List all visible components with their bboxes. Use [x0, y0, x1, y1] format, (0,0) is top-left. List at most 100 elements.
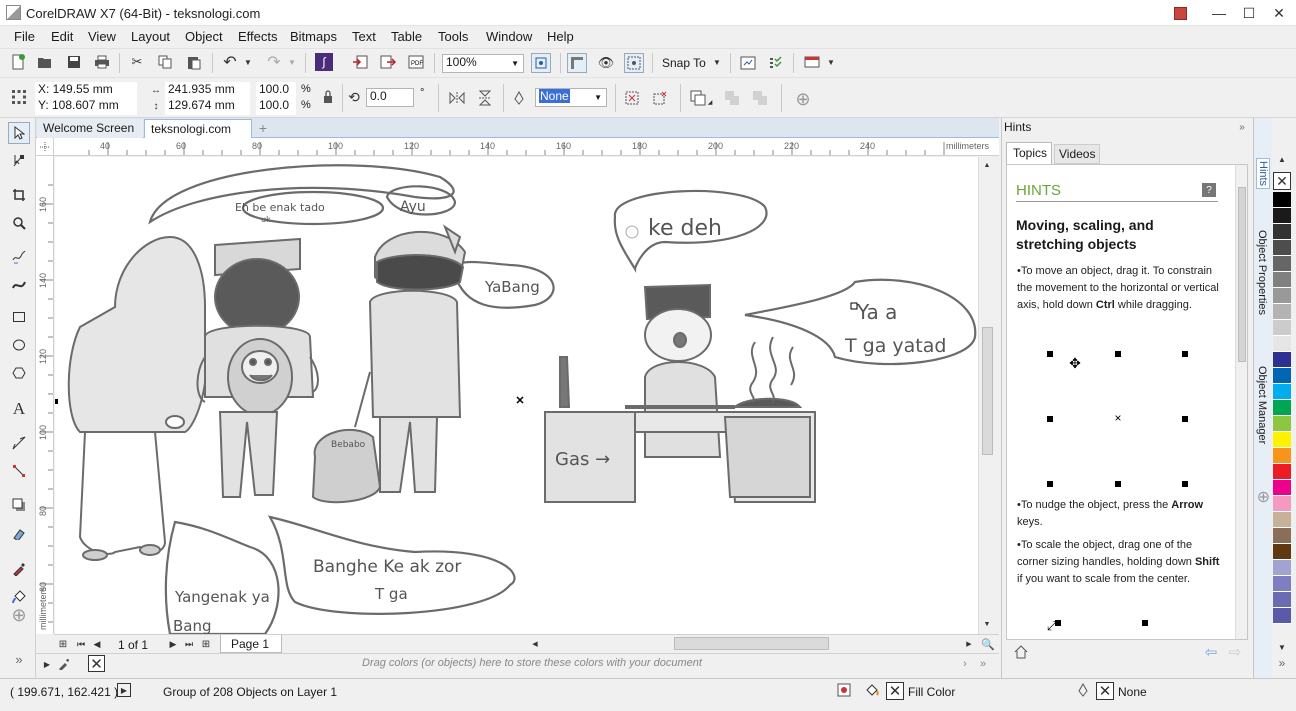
menu-tools[interactable]: Tools — [438, 29, 468, 44]
scroll-down-icon[interactable]: ▼ — [979, 618, 995, 630]
add-page-after-icon[interactable]: ⊞ — [199, 636, 213, 652]
tab-welcome-screen[interactable]: Welcome Screen — [37, 119, 143, 138]
horizontal-scroll-thumb[interactable] — [674, 637, 829, 650]
menu-file[interactable]: File — [14, 29, 35, 44]
color-swatch[interactable] — [1273, 576, 1291, 592]
rotation-field[interactable]: 0.0 — [366, 88, 414, 107]
save-icon[interactable] — [65, 53, 83, 71]
toolbox-add-icon[interactable]: ⊕ — [8, 604, 30, 626]
export-icon[interactable] — [379, 53, 397, 71]
menu-effects[interactable]: Effects — [238, 29, 278, 44]
docker-collapse-icon[interactable]: » — [1236, 119, 1248, 135]
palette-scroll-down-icon[interactable]: ▼ — [1273, 640, 1291, 654]
welcome-screen-icon[interactable] — [802, 53, 822, 73]
menu-help[interactable]: Help — [547, 29, 574, 44]
eyedropper-tool-icon[interactable] — [8, 558, 30, 580]
drawing-canvas[interactable]: Eh be enak tado uk Ayu YaBang ke deh Ya … — [55, 157, 978, 634]
text-tool-icon[interactable]: A — [8, 398, 30, 420]
show-rulers-icon[interactable] — [567, 53, 587, 73]
color-swatch[interactable] — [1273, 560, 1291, 576]
hints-tab-videos[interactable]: Videos — [1054, 144, 1100, 164]
freehand-tool-icon[interactable] — [8, 246, 30, 268]
scroll-up-icon[interactable]: ▲ — [979, 159, 995, 171]
dimension-tool-icon[interactable] — [8, 432, 30, 454]
crop-tool-icon[interactable] — [8, 184, 30, 206]
scroll-left-icon[interactable]: ◀ — [528, 636, 542, 652]
transparency-tool-icon[interactable] — [8, 522, 30, 544]
color-swatch[interactable] — [1273, 256, 1291, 272]
to-front-dropdown-icon[interactable]: ◢ — [706, 96, 714, 108]
wrap-text-icon[interactable] — [622, 88, 642, 108]
drop-shadow-tool-icon[interactable] — [8, 494, 30, 516]
palette-expand-more-icon[interactable]: » — [1273, 656, 1291, 670]
pick-tool-icon[interactable] — [8, 122, 30, 144]
vertical-scrollbar[interactable]: ▲ ▼ — [978, 157, 995, 634]
docker-tab-hints[interactable]: Hints — [1256, 158, 1270, 190]
menu-layout[interactable]: Layout — [131, 29, 170, 44]
hints-scrollbar[interactable] — [1235, 165, 1247, 639]
redo-icon[interactable]: ↷ — [264, 53, 284, 71]
artistic-media-icon[interactable] — [8, 274, 30, 296]
color-swatch[interactable] — [1273, 592, 1291, 608]
menu-table[interactable]: Table — [391, 29, 422, 44]
menu-text[interactable]: Text — [352, 29, 376, 44]
close-button[interactable]: ✕ — [1263, 0, 1295, 26]
color-swatch[interactable] — [1273, 528, 1291, 544]
to-front-icon[interactable] — [688, 88, 708, 108]
first-page-icon[interactable]: ⏮ — [74, 636, 88, 652]
color-swatch[interactable] — [1273, 352, 1291, 368]
maximize-button[interactable]: ☐ — [1233, 0, 1265, 26]
scale-height-field[interactable]: 100.0 — [256, 98, 296, 115]
minimize-button[interactable]: — — [1203, 0, 1235, 26]
new-tab-icon[interactable]: + — [254, 119, 272, 137]
outline-pen-status-icon[interactable] — [1075, 682, 1091, 698]
hints-tab-topics[interactable]: Topics — [1006, 142, 1052, 164]
prev-page-icon[interactable]: ◀ — [90, 636, 104, 652]
palette-menu-icon[interactable]: ▶ — [40, 656, 54, 672]
color-swatch[interactable] — [1273, 384, 1291, 400]
shape-tool-icon[interactable] — [8, 150, 30, 172]
options-icon[interactable] — [738, 53, 758, 73]
color-swatch[interactable] — [1273, 400, 1291, 416]
color-swatch[interactable] — [1273, 320, 1291, 336]
last-page-icon[interactable]: ⏭ — [182, 636, 196, 652]
color-swatch[interactable] — [1273, 496, 1291, 512]
menu-view[interactable]: View — [88, 29, 116, 44]
color-swatch[interactable] — [1273, 512, 1291, 528]
color-swatch[interactable] — [1273, 480, 1291, 496]
lock-ratio-icon[interactable] — [320, 88, 336, 106]
vertical-scroll-thumb[interactable] — [982, 327, 993, 455]
palette-eyedropper-icon[interactable] — [56, 656, 72, 672]
color-swatch[interactable] — [1273, 464, 1291, 480]
add-icon[interactable]: ⊕ — [792, 88, 814, 110]
docker-tab-object-properties[interactable]: Object Properties — [1256, 230, 1268, 315]
next-page-icon[interactable]: ▶ — [166, 636, 180, 652]
hints-scroll-thumb[interactable] — [1238, 187, 1246, 362]
hints-back-icon[interactable]: ⇦ — [1202, 643, 1220, 661]
tab-teksnologi[interactable]: teksnologi.com — [144, 119, 252, 138]
hints-forward-icon[interactable]: ⇨ — [1226, 643, 1244, 661]
zoom-navigator-icon[interactable]: 🔍 — [980, 636, 996, 652]
docker-tab-object-manager[interactable]: Object Manager — [1256, 366, 1268, 444]
mirror-horizontal-icon[interactable] — [447, 88, 467, 108]
no-color-swatch[interactable]: ✕ — [88, 655, 105, 673]
show-view-icon[interactable]: 👁 — [596, 53, 616, 73]
fill-color-swatch[interactable]: ✕ — [886, 682, 904, 700]
copy-icon[interactable] — [156, 53, 174, 71]
color-swatch[interactable] — [1273, 336, 1291, 352]
undo-icon[interactable]: ↶ — [220, 53, 240, 71]
color-swatch[interactable] — [1273, 240, 1291, 256]
undo-dropdown-icon[interactable]: ▼ — [242, 53, 254, 71]
snap-to-dropdown-icon[interactable]: ▼ — [711, 53, 723, 71]
menu-edit[interactable]: Edit — [51, 29, 73, 44]
group-icon[interactable] — [722, 88, 742, 108]
color-swatch[interactable] — [1273, 416, 1291, 432]
docker-add-icon[interactable]: ⊕ — [1255, 488, 1272, 506]
connector-tool-icon[interactable] — [8, 460, 30, 482]
menu-bitmaps[interactable]: Bitmaps — [290, 29, 337, 44]
object-origin-icon[interactable] — [9, 87, 29, 107]
ruler-origin[interactable] — [36, 138, 54, 156]
scroll-right-icon[interactable]: ▶ — [962, 636, 976, 652]
page-tab[interactable]: Page 1 — [220, 635, 282, 653]
snap-to-menu[interactable]: Snap To — [662, 56, 706, 70]
